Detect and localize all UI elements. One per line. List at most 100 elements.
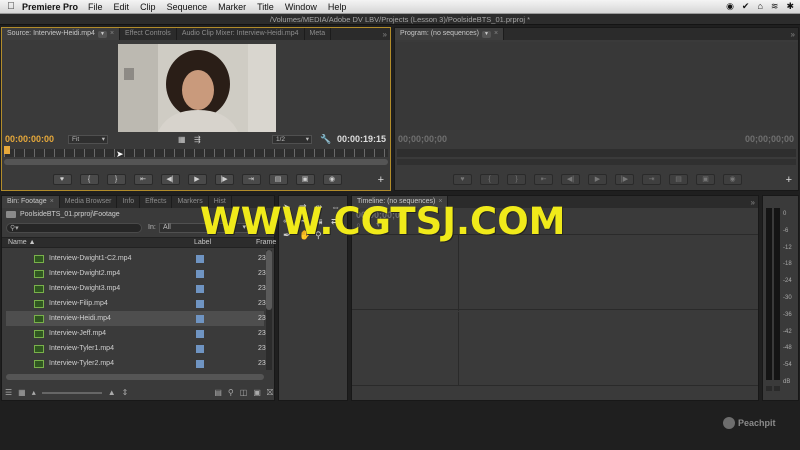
bin-item[interactable]: Interview-Filip.mp4 23 [6, 296, 266, 311]
label-swatch[interactable] [196, 359, 204, 368]
tab-effects[interactable]: Effects [140, 196, 173, 208]
play-button[interactable]: ▶ [588, 174, 607, 185]
bin-item-selected[interactable]: Interview-Heidi.mp4 23 [6, 311, 266, 326]
step-back-button[interactable]: ◀| [160, 174, 180, 185]
playhead-marker[interactable] [4, 146, 10, 154]
bin-item[interactable]: Interview-Jeff.mp4 23 [6, 326, 266, 341]
mark-out-button[interactable]: } [106, 174, 126, 185]
solo-right-button[interactable] [774, 386, 780, 391]
bin-vertical-scrollbar[interactable] [266, 250, 272, 370]
icon-view-icon[interactable]: ▦ [18, 388, 26, 397]
zoom-large-icon[interactable]: ▲ [108, 388, 116, 397]
add-marker-button[interactable]: ♥ [453, 174, 472, 185]
sort-icon[interactable]: ⇕ [122, 388, 129, 397]
bluetooth-icon[interactable]: ✱ [786, 1, 794, 12]
export-frame-button[interactable]: ◉ [322, 174, 342, 185]
home-icon[interactable]: ⌂ [757, 1, 762, 12]
close-icon[interactable]: × [110, 28, 114, 40]
program-zoom-scrollbar[interactable] [397, 159, 796, 165]
source-zoom-scrollbar[interactable] [4, 159, 388, 165]
resolution-dropdown[interactable]: 1/2 ▾ [272, 135, 312, 144]
bin-horizontal-scrollbar[interactable] [6, 374, 264, 380]
bin-item[interactable]: Interview-Dwight2.mp4 23 [6, 266, 266, 281]
program-timecode-in[interactable]: 00;00;00;00 [398, 134, 447, 144]
wifi-icon[interactable]: ≋ [771, 1, 779, 12]
label-swatch[interactable] [196, 344, 204, 353]
menu-title[interactable]: Title [257, 2, 274, 12]
menu-edit[interactable]: Edit [114, 2, 130, 12]
automate-icon[interactable]: ▤ [214, 388, 222, 397]
bin-item[interactable]: Interview-Dwight3.mp4 23 [6, 281, 266, 296]
tab-media-browser[interactable]: Media Browser [60, 196, 118, 208]
checkmark-icon[interactable]: ✔ [742, 1, 750, 12]
close-icon[interactable]: × [494, 28, 498, 40]
insert-button[interactable]: ▤ [268, 174, 288, 185]
overwrite-button[interactable]: ▣ [295, 174, 315, 185]
bin-item[interactable]: Interview-Tyler1.mp4 23 [6, 341, 266, 356]
bin-item[interactable]: Interview-Dwight1-C2.mp4 23 [6, 251, 266, 266]
program-time-ruler[interactable] [397, 149, 796, 157]
go-to-out-button[interactable]: ⇥ [241, 174, 261, 185]
label-swatch[interactable] [196, 329, 204, 338]
label-swatch[interactable] [196, 284, 204, 293]
chevron-down-icon[interactable]: ▼ [97, 30, 107, 38]
source-time-ruler[interactable] [4, 149, 388, 157]
play-button[interactable]: ▶ [187, 174, 207, 185]
panel-menu-icon[interactable]: » [383, 30, 387, 39]
drag-video-icon[interactable]: ⇶ [194, 135, 201, 144]
tab-source[interactable]: Source: Interview-Heidi.mp4 ▼ × [2, 28, 121, 40]
apple-icon[interactable]:  [0, 1, 22, 12]
audio-tracks-area[interactable] [352, 312, 758, 386]
list-view-icon[interactable]: ☰ [5, 388, 12, 397]
trash-icon[interactable]: ⛝ [267, 388, 273, 398]
go-to-out-button[interactable]: ⇥ [642, 174, 661, 185]
tab-effect-controls[interactable]: Effect Controls [120, 28, 177, 40]
mark-out-button[interactable]: } [507, 174, 526, 185]
menu-file[interactable]: File [88, 2, 103, 12]
lift-button[interactable]: ▤ [669, 174, 688, 185]
column-header-name[interactable]: Name ▲ [8, 239, 36, 246]
tab-bin-footage[interactable]: Bin: Footage × [2, 196, 60, 208]
video-tracks-area[interactable] [352, 234, 758, 311]
panel-menu-icon[interactable]: » [751, 198, 755, 207]
menu-sequence[interactable]: Sequence [167, 2, 208, 12]
program-video-area[interactable] [395, 42, 798, 130]
fit-dropdown[interactable]: Fit ▾ [68, 135, 108, 144]
step-forward-button[interactable]: |▶ [214, 174, 234, 185]
tab-metadata[interactable]: Meta [305, 28, 332, 40]
label-swatch[interactable] [196, 269, 204, 278]
new-item-icon[interactable]: ▣ [253, 388, 261, 397]
add-button-icon[interactable]: + [378, 174, 384, 186]
solo-left-button[interactable] [766, 386, 772, 391]
close-icon[interactable]: × [50, 196, 54, 208]
label-swatch[interactable] [196, 254, 204, 263]
wrench-icon[interactable]: 🔧 [320, 134, 331, 145]
add-button-icon[interactable]: + [786, 174, 792, 186]
step-forward-button[interactable]: |▶ [615, 174, 634, 185]
label-swatch[interactable] [196, 299, 204, 308]
mark-in-button[interactable]: { [480, 174, 499, 185]
menu-help[interactable]: Help [328, 2, 347, 12]
go-to-in-button[interactable]: ⇤ [133, 174, 153, 185]
add-marker-button[interactable]: ♥ [52, 174, 72, 185]
zoom-slider[interactable] [41, 391, 102, 394]
menu-clip[interactable]: Clip [140, 2, 156, 12]
panel-menu-icon[interactable]: » [791, 30, 795, 39]
mark-in-button[interactable]: { [79, 174, 99, 185]
tab-program[interactable]: Program: (no sequences) ▼ × [395, 28, 505, 40]
source-video-frame[interactable] [118, 44, 276, 132]
film-icon[interactable]: ▦ [178, 135, 186, 144]
bin-item[interactable]: Interview-Tyler2.mp4 23 [6, 356, 266, 371]
tab-audio-clip-mixer[interactable]: Audio Clip Mixer: Interview-Heidi.mp4 [177, 28, 305, 40]
app-menu[interactable]: Premiere Pro [22, 2, 78, 12]
extract-button[interactable]: ▣ [696, 174, 715, 185]
export-frame-button[interactable]: ◉ [723, 174, 742, 185]
step-back-button[interactable]: ◀| [561, 174, 580, 185]
eye-icon[interactable]: ◉ [726, 1, 734, 12]
bin-search-input[interactable]: ⚲▾ [6, 223, 142, 233]
menu-marker[interactable]: Marker [218, 2, 246, 12]
chevron-down-icon[interactable]: ▼ [481, 30, 491, 38]
source-timecode-in[interactable]: 00:00:00:00 [5, 134, 54, 144]
find-icon[interactable]: ⚲ [228, 388, 234, 397]
tab-info[interactable]: Info [117, 196, 141, 208]
